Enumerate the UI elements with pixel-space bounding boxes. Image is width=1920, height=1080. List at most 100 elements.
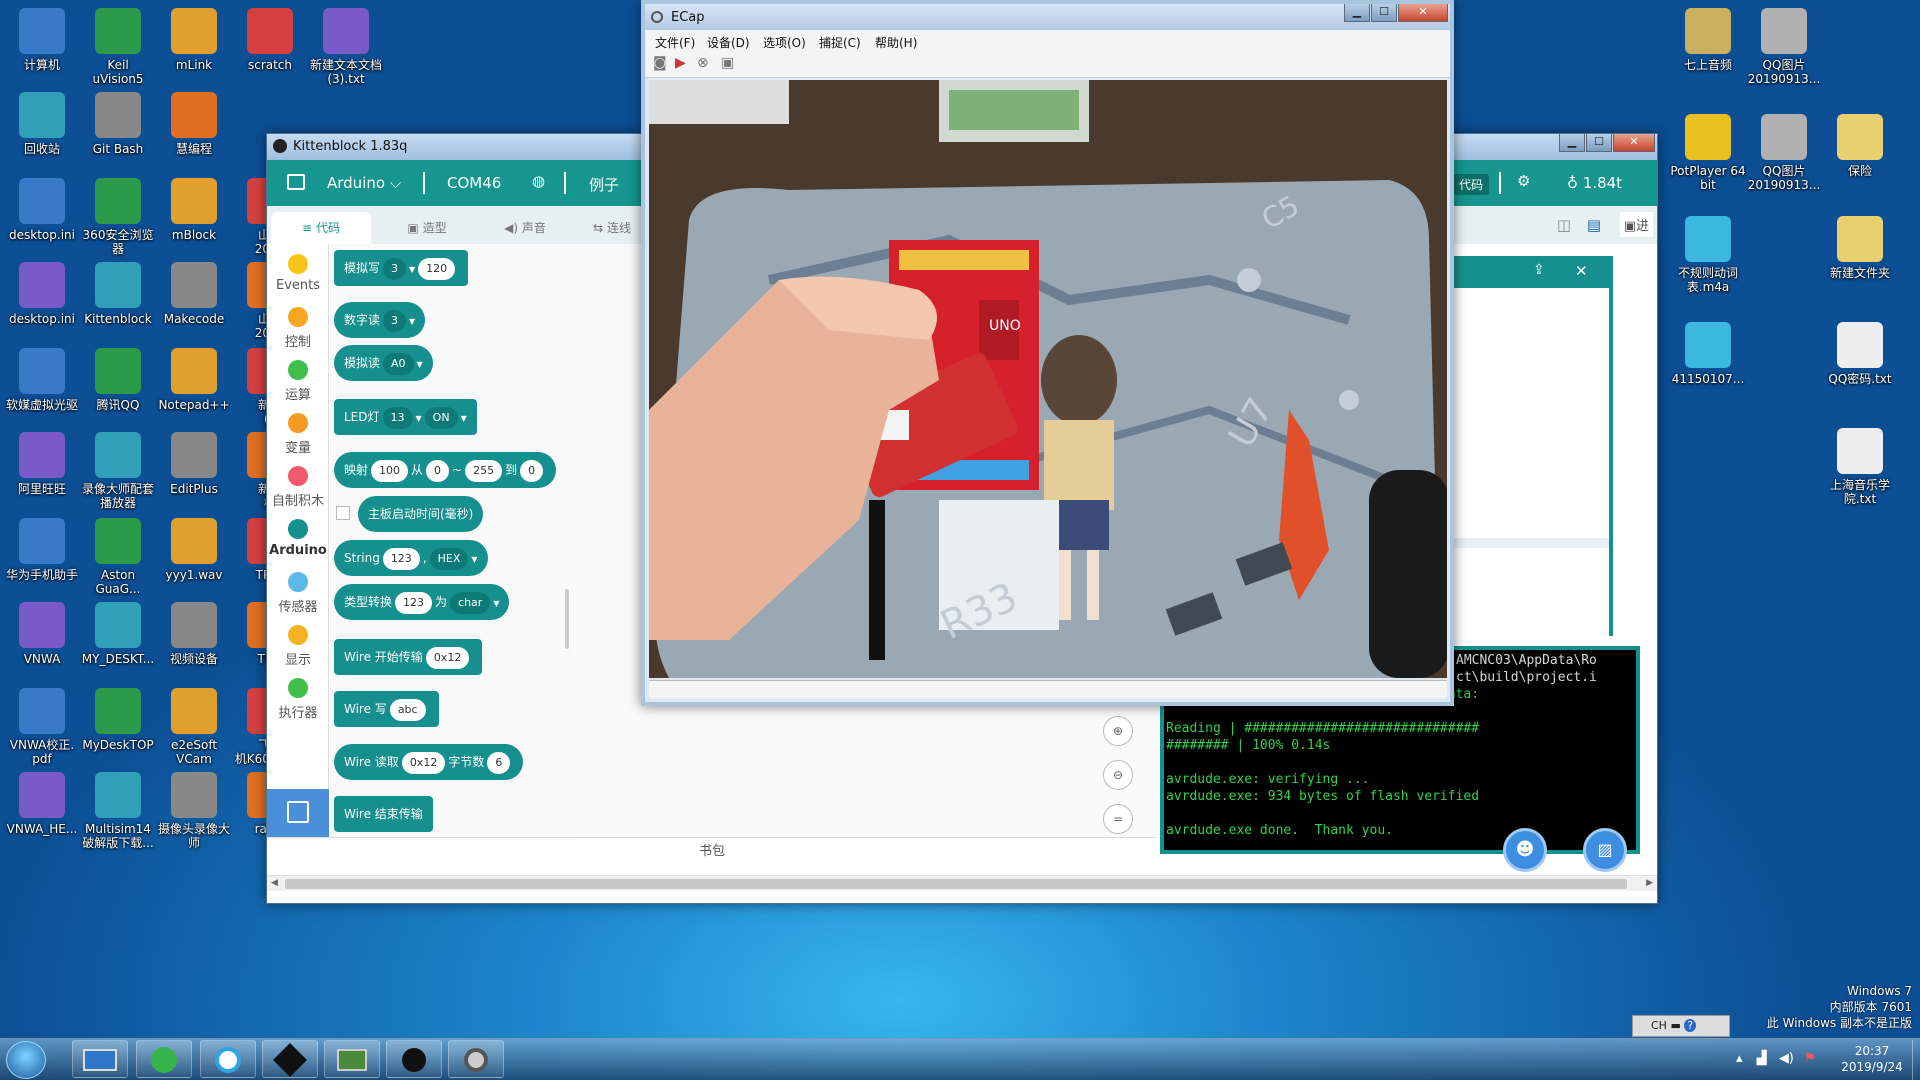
menu-device[interactable]: 设备(D) (707, 34, 750, 51)
scroll-right-arrow-icon[interactable]: ▶ (1646, 878, 1653, 888)
desktop-icon[interactable]: desktop.ini (0, 258, 84, 326)
ecap-close-button[interactable]: ✕ (1398, 4, 1448, 22)
desktop-icon[interactable]: 录像大师配套 播放器 (76, 428, 160, 510)
scroll-left-arrow-icon[interactable]: ◀ (271, 878, 278, 888)
volume-icon[interactable]: ◀) (1779, 1051, 1794, 1066)
category-7[interactable]: 显示 (267, 625, 329, 668)
examples-menu[interactable]: 例子 (589, 174, 619, 195)
stage-close-icon[interactable]: ✕ (1575, 262, 1588, 280)
desktop-icon[interactable]: 软媒虚拟光驱 (0, 344, 84, 412)
stop-icon[interactable]: ⊗ (697, 55, 709, 71)
taskbar-explorer-button[interactable] (72, 1040, 128, 1078)
desktop-icon[interactable]: yyy1.wav (152, 514, 236, 582)
block-wire-end[interactable]: Wire 结束传输 (334, 796, 433, 832)
desktop-icon[interactable]: 回收站 (0, 88, 84, 156)
desktop-icon[interactable]: 上海音乐学 院.txt (1818, 424, 1902, 506)
export-icon[interactable]: ⇪ (1533, 262, 1545, 278)
zoom-reset-button[interactable]: = (1103, 804, 1133, 834)
desktop-icon[interactable]: 腾讯QQ (76, 344, 160, 412)
palette-scrollbar[interactable] (565, 589, 569, 649)
menu-help[interactable]: 帮助(H) (875, 34, 917, 51)
action-center-icon[interactable]: ⚑ (1804, 1051, 1816, 1066)
tab-code[interactable]: ≡ 代码 (271, 212, 371, 244)
desktop-icon[interactable]: Makecode (152, 258, 236, 326)
taskbar-app-button[interactable] (200, 1040, 256, 1078)
category-5[interactable]: Arduino (267, 519, 329, 558)
extension-button[interactable] (267, 789, 329, 837)
code-toggle-button[interactable]: 代码 (1453, 174, 1490, 195)
taskbar-kittenblock-button[interactable] (386, 1040, 442, 1078)
desktop-icon[interactable]: VNWA (0, 598, 84, 666)
desktop-icon[interactable]: 阿里旺旺 (0, 428, 84, 496)
kb-maximize-button[interactable]: ☐ (1586, 134, 1612, 152)
start-button[interactable] (6, 1041, 46, 1079)
desktop-icon[interactable]: QQ密码.txt (1818, 318, 1902, 386)
ecap-window[interactable]: ECap ▁ ☐ ✕ 文件(F) 设备(D) 选项(O) 捕捉(C) 帮助(H)… (641, 0, 1454, 706)
block-board-uptime[interactable]: 主板启动时间(毫秒) (358, 496, 484, 532)
category-3[interactable]: 变量 (267, 413, 329, 456)
desktop-icon[interactable]: 计算机 (0, 4, 84, 72)
ecap-maximize-button[interactable]: ☐ (1371, 4, 1397, 22)
block-analog-write[interactable]: 模拟写 3 ▼ 120 (334, 250, 469, 286)
tab-sounds[interactable]: ◀) 声音 (477, 212, 573, 244)
desktop-icon[interactable]: MY_DESKT... (76, 598, 160, 666)
desktop-icon[interactable]: 七上音频 (1666, 4, 1750, 72)
network-icon[interactable]: ▟ (1757, 1051, 1767, 1066)
desktop-icon[interactable]: Multisim14 破解版下载... (76, 768, 160, 850)
desktop-icon[interactable]: mBlock (152, 174, 236, 242)
scrollbar-thumb[interactable] (285, 879, 1627, 889)
category-8[interactable]: 执行器 (267, 678, 329, 721)
desktop-icon[interactable]: EditPlus (152, 428, 236, 496)
taskbar-makecode-button[interactable] (262, 1040, 318, 1078)
play-icon[interactable]: ▶ (675, 55, 686, 71)
block-analog-read[interactable]: 模拟读 A0 ▼ (334, 345, 433, 381)
block-wire-write[interactable]: Wire 写 abc (334, 691, 439, 727)
desktop-icon[interactable]: scratch (228, 4, 312, 72)
desktop-icon[interactable]: desktop.ini (0, 174, 84, 242)
ecap-titlebar[interactable]: ECap ▁ ☐ ✕ (645, 4, 1450, 30)
desktop-icon[interactable]: 慧编程 (152, 88, 236, 156)
stage-view-icon[interactable]: ▤ (1587, 216, 1601, 234)
block-digital-read[interactable]: 数字读 3 ▼ (334, 302, 426, 338)
category-6[interactable]: 传感器 (267, 572, 329, 615)
block-type-convert[interactable]: 类型转换 123 为 char ▼ (334, 584, 510, 620)
menu-file[interactable]: 文件(F) (655, 34, 695, 51)
sprite-add-button[interactable]: ☻ (1503, 828, 1547, 872)
desktop-icon[interactable]: VNWA_HE... (0, 768, 84, 836)
show-desktop-button[interactable] (1912, 1040, 1920, 1080)
port-select[interactable]: COM46 (447, 174, 501, 192)
tab-wiring[interactable]: ⇆ 连线 (577, 212, 647, 244)
desktop-icon[interactable]: PotPlayer 64 bit (1666, 110, 1750, 192)
block-wire-begin[interactable]: Wire 开始传输 0x12 (334, 639, 483, 675)
kb-minimize-button[interactable]: ▁ (1559, 134, 1585, 152)
desktop-icon[interactable]: e2eSoft VCam (152, 684, 236, 766)
desktop-icon[interactable]: QQ图片 20190913... (1742, 110, 1826, 192)
block-wire-read[interactable]: Wire 读取 0x12 字节数 6 (334, 744, 524, 780)
desktop-icon[interactable]: Git Bash (76, 88, 160, 156)
category-1[interactable]: 控制 (267, 307, 329, 350)
split-view-icon[interactable]: ◫ (1557, 216, 1571, 234)
language-bar[interactable]: CH ▬ ? (1632, 1015, 1730, 1037)
desktop-icon[interactable]: 360安全浏览 器 (76, 174, 160, 256)
desktop-icon[interactable]: 新建文件夹 (1818, 212, 1902, 280)
board-select[interactable]: Arduino ⌵ (327, 174, 401, 192)
fullscreen-button[interactable]: ▣进 (1619, 212, 1653, 237)
desktop-icon[interactable]: MyDeskTOP (76, 684, 160, 752)
backpack-bar[interactable]: 书包 (267, 837, 1157, 865)
zoom-out-button[interactable]: ⊖ (1103, 760, 1133, 790)
category-4[interactable]: 自制积木 (267, 466, 329, 509)
desktop-icon[interactable]: Notepad++ (152, 344, 236, 412)
desktop-icon[interactable]: Aston GuaG... (76, 514, 160, 596)
desktop-icon[interactable]: Kittenblock (76, 258, 160, 326)
desktop-icon[interactable]: 视频设备 (152, 598, 236, 666)
desktop-icon[interactable]: 41150107... (1666, 318, 1750, 386)
clock[interactable]: 20:37 2019/9/24 (1830, 1043, 1914, 1075)
category-0[interactable]: Events (267, 254, 329, 293)
desktop-icon[interactable]: 新建文本文档 (3).txt (304, 4, 388, 86)
tab-costumes[interactable]: ▣ 造型 (379, 212, 475, 244)
block-led[interactable]: LED灯 13 ▼ ON ▼ (334, 399, 477, 435)
category-2[interactable]: 运算 (267, 360, 329, 403)
menu-options[interactable]: 选项(O) (763, 34, 806, 51)
desktop-icon[interactable]: 摄像头录像大 师 (152, 768, 236, 850)
menu-capture[interactable]: 捕捉(C) (819, 34, 861, 51)
